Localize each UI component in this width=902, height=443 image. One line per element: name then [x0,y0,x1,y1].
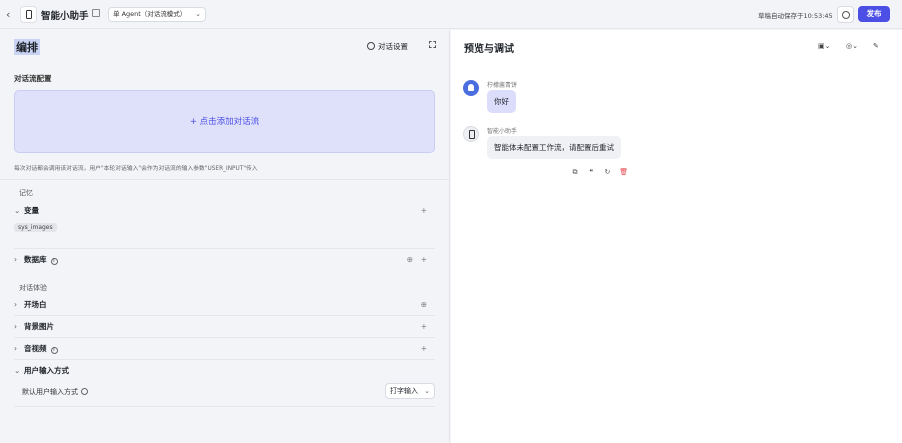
add-icon[interactable]: + [421,252,427,268]
divider [0,179,450,180]
default-input-text: 默认用户输入方式 [22,388,78,396]
default-input-label: 默认用户输入方式 [22,387,88,397]
info-icon[interactable]: i [50,347,58,354]
add-circle-icon[interactable]: ⊕ [421,297,427,313]
variables-row[interactable]: ⌄ 变量 + [14,203,435,219]
delete-icon[interactable]: 🗑 [617,168,631,176]
user-name: 柠檬酱青饼 [487,82,518,89]
chevron-down-icon: ⌄ [195,10,201,18]
preview-title: 预览与调试 [464,44,514,55]
user-avatar [463,80,479,96]
settings-icon [367,42,375,50]
publish-button[interactable]: 发布 [858,6,890,22]
divider [14,359,435,360]
top-bar: ‹ 智能小助手 单 Agent（对话流模式） ⌄ 草稿自动保存于10:53:45… [0,0,902,29]
clear-history-icon[interactable]: ▣⌄ [818,42,830,50]
av-label: 音视频 [24,344,47,353]
divider [14,406,435,407]
message-actions: ⧉ ❝ ↻ 🗑 [568,168,631,177]
divider [14,315,435,316]
add-circle-icon[interactable]: ⊕ [407,252,413,268]
flow-note: 每次对话都会调用该对话流，用户"本轮对话输入"会作为对话流的输入参数"USER_… [14,166,258,172]
copy-icon[interactable]: ⧉ [568,168,582,177]
bot-message: 智能体未配置工作流，请配置后重试 [487,136,621,159]
history-icon[interactable] [837,6,854,23]
memory-section-label: 记忆 [19,189,33,197]
info-icon[interactable]: i [50,258,58,265]
add-icon[interactable]: + [421,319,427,335]
bot-avatar [463,126,479,142]
preview-panel: 预览与调试 ▣⌄ ◎⌄ ✎ 柠檬酱青饼 你好 智能小助手 智能体未配置工作流，请… [451,30,902,443]
av-row[interactable]: › 音视频 i + [14,341,435,357]
info-icon[interactable] [81,388,88,395]
mode-label: 单 Agent（对话流模式） [113,10,187,18]
bot-name: 智能小助手 [487,128,518,135]
user-message: 你好 [487,90,516,113]
default-input-value: 打字输入 [390,387,418,395]
database-row[interactable]: › 数据库 i ⊕ + [14,252,435,268]
background-label: 背景图片 [24,322,54,331]
layout-grid-icon[interactable] [429,41,436,48]
edit-icon[interactable] [92,9,100,17]
magic-icon[interactable]: ✎ [873,42,879,50]
variable-tag: sys_images [14,223,57,232]
quote-icon[interactable]: ❝ [584,168,598,176]
divider [14,248,435,249]
chevron-down-icon: ⌄ [14,366,21,375]
add-flow-button[interactable]: + 点击添加对话流 [14,90,435,153]
chevron-down-icon: ⌄ [14,206,21,215]
background-row[interactable]: › 背景图片 + [14,319,435,335]
chevron-right-icon: › [14,344,17,353]
flow-config-heading: 对话流配置 [14,74,52,83]
app-avatar [20,6,37,23]
chevron-right-icon: › [14,322,17,331]
divider [14,337,435,338]
database-label: 数据库 [24,255,47,264]
debug-icon[interactable]: ◎⌄ [846,42,858,50]
opening-label: 开场白 [24,300,47,309]
app-title: 智能小助手 [41,11,89,22]
panel-title: 编排 [14,39,40,55]
orchestration-panel: 编排 对话设置 对话流配置 + 点击添加对话流 每次对话都会调用该对话流，用户"… [0,30,450,443]
add-icon[interactable]: + [421,341,427,357]
save-status: 草稿自动保存于10:53:45 [758,12,833,20]
default-input-select[interactable]: 打字输入 ⌄ [385,383,435,399]
chevron-right-icon: › [14,255,17,264]
back-chevron-icon[interactable]: ‹ [6,8,10,21]
chevron-right-icon: › [14,300,17,309]
refresh-icon[interactable]: ↻ [600,168,614,176]
dialog-settings-label: 对话设置 [378,42,408,51]
phone-icon [26,10,32,19]
chevron-down-icon: ⌄ [424,387,430,395]
agent-mode-dropdown[interactable]: 单 Agent（对话流模式） ⌄ [108,7,206,22]
dialog-settings-button[interactable]: 对话设置 [367,41,408,52]
experience-section-label: 对话体验 [19,284,47,292]
variables-label: 变量 [24,206,39,215]
input-mode-label: 用户输入方式 [24,366,69,375]
opening-row[interactable]: › 开场白 ⊕ [14,297,435,313]
input-mode-row[interactable]: ⌄ 用户输入方式 [14,363,435,379]
add-icon[interactable]: + [421,203,427,219]
